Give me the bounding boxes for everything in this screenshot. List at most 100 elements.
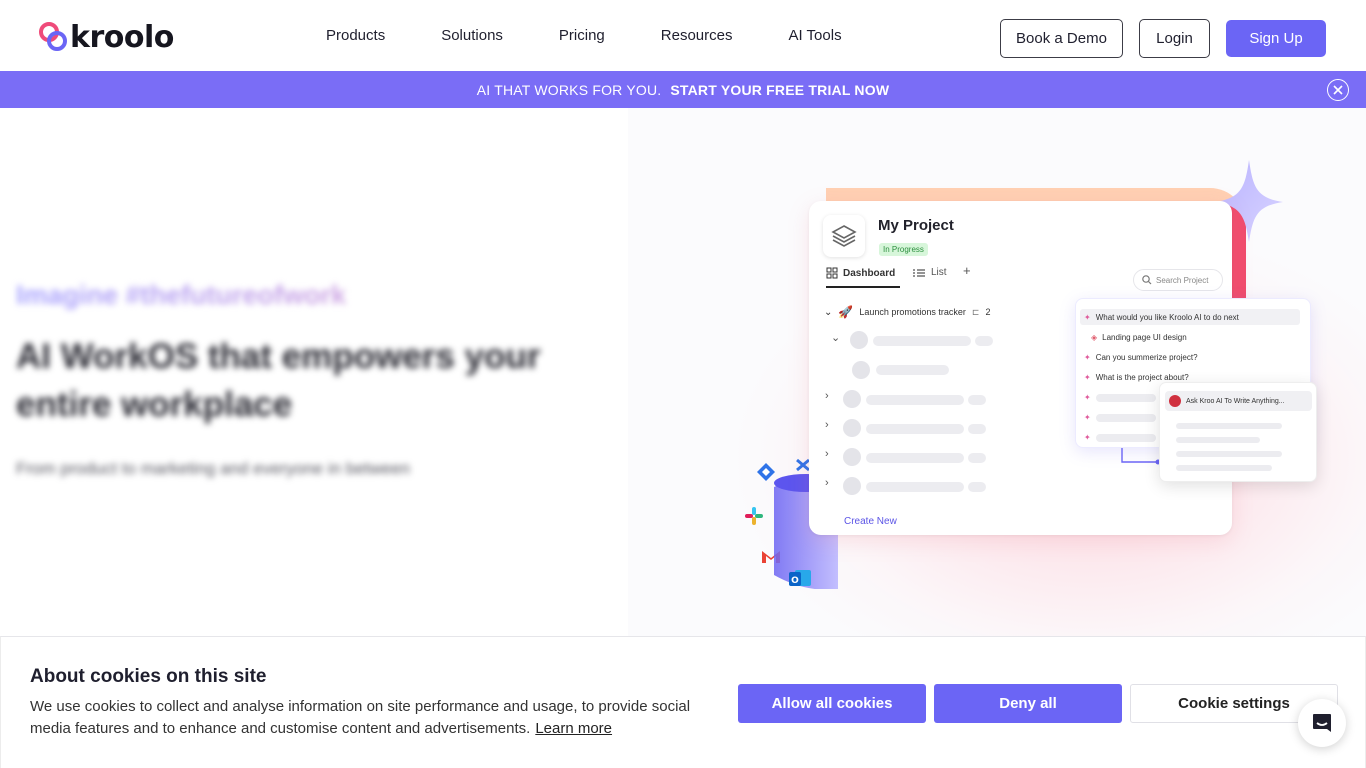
task-name: Launch promotions tracker	[859, 307, 966, 317]
placeholder-line	[1176, 423, 1282, 429]
tab-list[interactable]: List	[912, 267, 947, 278]
ai-suggestion-label: Can you summerize project?	[1095, 353, 1198, 362]
placeholder-avatar	[852, 361, 870, 379]
hero-title: AI WorkOS that empowers your entire work…	[16, 337, 541, 424]
chevron-down-icon: ⌄	[824, 306, 833, 318]
create-new-link[interactable]: Create New	[844, 516, 897, 527]
hero-text: Imagine #thefutureofwork AI WorkOS that …	[16, 280, 576, 479]
tab-list-label: List	[931, 267, 947, 278]
ai-write-placeholder: Ask Kroo AI To Write Anything...	[1186, 397, 1285, 405]
site-header: kroolo Products Solutions Pricing Resour…	[0, 0, 1366, 71]
placeholder-line	[1176, 437, 1260, 443]
ai-suggestion[interactable]: ✦ What is the project about?	[1084, 373, 1189, 382]
ai-write-popup: Ask Kroo AI To Write Anything...	[1159, 382, 1317, 482]
logo-wordmark: kroolo	[70, 20, 174, 55]
ai-suggestion-placeholder: ✦	[1084, 413, 1156, 422]
tab-dashboard[interactable]: Dashboard	[826, 267, 895, 279]
placeholder-line	[866, 395, 964, 405]
kroolo-logo[interactable]: kroolo	[38, 20, 174, 56]
active-tab-indicator	[826, 286, 900, 288]
nav-resources[interactable]: Resources	[633, 27, 761, 44]
task-row[interactable]: ⌄ 🚀 Launch promotions tracker ⊏ 2	[824, 305, 990, 319]
ai-prompt-row[interactable]: ✦ What would you like Kroolo AI to do ne…	[1080, 309, 1300, 325]
placeholder-line	[876, 365, 949, 375]
placeholder-line	[968, 395, 986, 405]
placeholder-line	[873, 336, 971, 346]
ai-prompt-text: What would you like Kroolo AI to do next	[1095, 312, 1239, 322]
connector-line	[1121, 448, 1161, 465]
placeholder-avatar	[843, 448, 861, 466]
ai-suggestion[interactable]: ◈ Landing page UI design	[1091, 333, 1187, 342]
grid-icon	[826, 267, 838, 279]
chevron-right-icon: ›	[825, 448, 829, 460]
hero-subtitle: From product to marketing and everyone i…	[16, 459, 411, 478]
ai-write-input[interactable]: Ask Kroo AI To Write Anything...	[1165, 391, 1312, 411]
placeholder-line	[866, 424, 964, 434]
placeholder-avatar	[843, 419, 861, 437]
ai-sparkle-icon: ✦	[1084, 353, 1091, 362]
ai-suggestion[interactable]: ✦ Can you summerize project?	[1084, 353, 1198, 362]
placeholder-line	[975, 336, 993, 346]
cookie-title: About cookies on this site	[30, 666, 267, 687]
jira-icon	[757, 463, 775, 481]
subtask-count: 2	[985, 307, 991, 317]
outlook-icon: O	[789, 570, 811, 586]
status-badge: In Progress	[879, 243, 928, 256]
add-tab-button[interactable]: +	[963, 263, 971, 278]
ai-suggestion-placeholder: ✦	[1084, 433, 1156, 442]
nav-ai-tools[interactable]: AI Tools	[760, 27, 869, 44]
tab-dashboard-label: Dashboard	[843, 267, 896, 279]
ai-sparkle-icon: ✦	[1084, 312, 1091, 322]
nav-pricing[interactable]: Pricing	[531, 27, 633, 44]
subtask-icon: ⊏	[971, 306, 980, 317]
promo-banner: AI THAT WORKS FOR YOU. START YOUR FREE T…	[0, 71, 1366, 108]
kroolo-logo-icon	[38, 21, 70, 55]
svg-text:O: O	[791, 576, 799, 586]
chevron-right-icon: ›	[825, 419, 829, 431]
placeholder-line	[1176, 465, 1272, 471]
placeholder-line	[968, 424, 986, 434]
hero-illustration: O My Project In Progress Dashboard List …	[628, 108, 1366, 638]
allow-cookies-button[interactable]: Allow all cookies	[738, 684, 926, 723]
project-title: My Project	[878, 217, 954, 234]
layers-icon	[823, 215, 865, 257]
slack-icon	[745, 507, 763, 525]
ai-suggestion-label: What is the project about?	[1095, 373, 1189, 382]
ai-suggestion-placeholder: ✦	[1084, 393, 1156, 402]
placeholder-avatar	[843, 390, 861, 408]
signup-button[interactable]: Sign Up	[1226, 20, 1326, 57]
banner-cta-link[interactable]: START YOUR FREE TRIAL NOW	[670, 82, 889, 98]
chevron-right-icon: ›	[825, 390, 829, 402]
chat-launcher-button[interactable]	[1298, 699, 1346, 747]
kroo-ai-icon	[1169, 395, 1181, 407]
layers-icon: ◈	[1091, 333, 1098, 342]
hero-tagline: Imagine #thefutureofwork	[16, 280, 576, 311]
placeholder-line	[866, 482, 964, 492]
placeholder-avatar	[843, 477, 861, 495]
rocket-icon: 🚀	[838, 305, 854, 319]
cookie-banner: About cookies on this site We use cookie…	[0, 636, 1366, 768]
list-icon	[913, 268, 925, 277]
nav-products[interactable]: Products	[298, 27, 413, 44]
placeholder-line	[968, 482, 986, 492]
placeholder-line	[1176, 451, 1282, 457]
project-search-input[interactable]: Search Project	[1133, 269, 1223, 291]
chat-icon	[1313, 714, 1331, 732]
ai-suggestion-label: Landing page UI design	[1102, 333, 1187, 342]
ai-sparkle-icon: ✦	[1084, 373, 1091, 382]
placeholder-avatar	[850, 331, 868, 349]
search-icon	[1142, 275, 1152, 285]
chevron-right-icon: ›	[825, 477, 829, 489]
close-icon[interactable]	[1327, 79, 1349, 101]
nav-solutions[interactable]: Solutions	[413, 27, 531, 44]
book-demo-button[interactable]: Book a Demo	[1000, 19, 1123, 58]
chevron-down-icon: ⌄	[831, 332, 841, 344]
main-nav: Products Solutions Pricing Resources AI …	[298, 0, 870, 71]
learn-more-link[interactable]: Learn more	[535, 720, 612, 737]
project-search-placeholder: Search Project	[1156, 275, 1209, 285]
placeholder-line	[866, 453, 964, 463]
cookie-description: We use cookies to collect and analyse in…	[30, 696, 710, 740]
login-button[interactable]: Login	[1139, 19, 1210, 58]
deny-cookies-button[interactable]: Deny all	[934, 684, 1122, 723]
placeholder-line	[968, 453, 986, 463]
